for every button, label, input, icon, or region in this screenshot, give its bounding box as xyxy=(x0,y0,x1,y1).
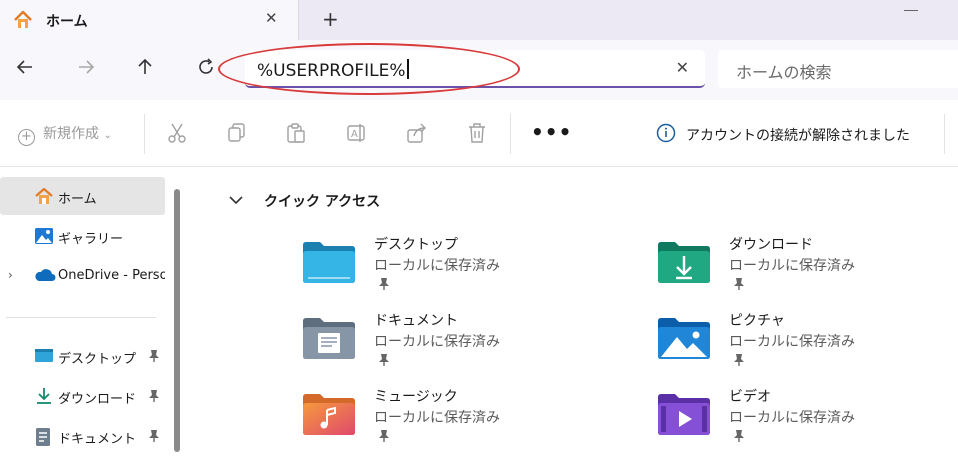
clear-address-icon[interactable]: ✕ xyxy=(676,58,689,77)
pin-icon[interactable] xyxy=(148,428,160,447)
divider xyxy=(944,114,945,154)
item-name: ビデオ xyxy=(729,389,771,405)
gallery-icon xyxy=(34,227,54,249)
info-icon xyxy=(656,123,676,147)
divider xyxy=(6,317,156,318)
download-icon xyxy=(34,387,54,409)
refresh-icon[interactable] xyxy=(196,57,216,82)
sidebar-item-onedrive[interactable]: › OneDrive - Perso xyxy=(0,257,165,295)
up-arrow-icon[interactable] xyxy=(135,57,155,82)
pin-icon[interactable] xyxy=(733,428,745,447)
pictures-folder-icon xyxy=(657,316,711,364)
close-tab-icon[interactable]: ✕ xyxy=(265,9,278,27)
item-status: ローカルに保存済み xyxy=(729,258,855,274)
navigation-pane: ホーム ギャラリー › OneDrive - Perso デスクトップ ダウンロ… xyxy=(0,167,185,452)
desktop-folder-icon xyxy=(34,347,54,369)
back-arrow-icon[interactable] xyxy=(15,57,35,82)
chevron-right-icon[interactable]: › xyxy=(8,268,13,282)
desktop-folder-icon xyxy=(302,240,356,288)
documents-folder-icon xyxy=(302,316,356,364)
item-status: ローカルに保存済み xyxy=(374,410,500,426)
sidebar-scrollbar[interactable] xyxy=(174,189,180,452)
address-input[interactable]: %USERPROFILE% xyxy=(257,59,409,81)
item-name: デスクトップ xyxy=(374,237,458,253)
pin-icon[interactable] xyxy=(148,348,160,367)
pin-icon[interactable] xyxy=(733,352,745,371)
sidebar-item-documents[interactable]: ドキュメント xyxy=(0,417,165,455)
quick-access-item-pictures[interactable]: ピクチャ ローカルに保存済み xyxy=(657,310,958,380)
pin-icon[interactable] xyxy=(378,428,390,447)
sidebar-item-gallery[interactable]: ギャラリー xyxy=(0,217,165,255)
new-button[interactable]: + 新規作成 ⌄ xyxy=(18,123,112,146)
document-icon xyxy=(34,427,52,451)
account-status-text[interactable]: アカウントの接続が解除されました xyxy=(686,125,910,145)
quick-access-item-videos[interactable]: ビデオ ローカルに保存済み xyxy=(657,386,958,456)
quick-access-heading[interactable]: クイック アクセス xyxy=(264,191,380,211)
address-row: %USERPROFILE% ✕ ホームの検索 xyxy=(0,40,958,100)
item-status: ローカルに保存済み xyxy=(729,410,855,426)
downloads-folder-icon xyxy=(657,240,711,288)
paste-icon[interactable] xyxy=(286,122,306,148)
item-name: ダウンロード xyxy=(729,237,813,253)
pin-icon[interactable] xyxy=(148,388,160,407)
sidebar-item-label: ギャラリー xyxy=(58,232,124,247)
sidebar-item-home[interactable]: ホーム xyxy=(0,177,165,215)
new-tab-icon[interactable]: + xyxy=(322,7,339,31)
item-status: ローカルに保存済み xyxy=(374,334,500,350)
chevron-down-icon: ⌄ xyxy=(103,130,112,141)
onedrive-icon xyxy=(34,267,56,287)
chevron-down-icon[interactable] xyxy=(228,191,244,210)
search-box[interactable]: ホームの検索 xyxy=(718,50,958,88)
search-input[interactable]: ホームの検索 xyxy=(736,59,832,83)
share-icon[interactable] xyxy=(406,122,428,148)
pin-icon[interactable] xyxy=(733,276,745,295)
item-status: ローカルに保存済み xyxy=(729,334,855,350)
copy-icon[interactable] xyxy=(227,122,247,148)
quick-access-item-desktop[interactable]: デスクトップ ローカルに保存済み xyxy=(302,234,622,304)
tab-title: ホーム xyxy=(46,14,88,30)
sidebar-item-downloads[interactable]: ダウンロード xyxy=(0,377,165,415)
quick-access-item-downloads[interactable]: ダウンロード ローカルに保存済み xyxy=(657,234,958,304)
minimize-icon[interactable] xyxy=(904,0,918,11)
item-name: ピクチャ xyxy=(729,313,785,329)
home-icon xyxy=(12,9,34,35)
cut-icon[interactable] xyxy=(167,122,187,148)
videos-folder-icon xyxy=(657,392,711,440)
forward-arrow-icon[interactable] xyxy=(76,57,96,82)
sidebar-item-label: ホーム xyxy=(58,192,97,207)
music-folder-icon xyxy=(302,392,356,440)
rename-icon[interactable]: A xyxy=(346,122,368,148)
tab-home[interactable]: ホーム ✕ xyxy=(0,0,299,40)
tab-strip: ホーム ✕ + xyxy=(0,0,958,40)
item-name: ミュージック xyxy=(374,389,458,405)
quick-access-item-music[interactable]: ミュージック ローカルに保存済み xyxy=(302,386,622,456)
item-status: ローカルに保存済み xyxy=(374,258,500,274)
main-content: クイック アクセス デスクトップ ローカルに保存済み ダウンロード ローカルに保… xyxy=(186,167,958,452)
command-bar: + 新規作成 ⌄ A ••• アカウントの接続が解除されました xyxy=(0,100,958,167)
divider xyxy=(510,114,511,154)
plus-icon: + xyxy=(18,129,35,146)
svg-text:A: A xyxy=(351,129,358,140)
divider xyxy=(144,114,145,154)
sidebar-item-desktop[interactable]: デスクトップ xyxy=(0,337,165,375)
home-icon xyxy=(34,187,54,209)
item-name: ドキュメント xyxy=(374,313,458,329)
address-bar[interactable]: %USERPROFILE% ✕ xyxy=(245,50,705,88)
delete-icon[interactable] xyxy=(467,122,487,148)
pin-icon[interactable] xyxy=(378,276,390,295)
more-options-icon[interactable]: ••• xyxy=(531,120,572,144)
quick-access-item-documents[interactable]: ドキュメント ローカルに保存済み xyxy=(302,310,622,380)
pin-icon[interactable] xyxy=(378,352,390,371)
sidebar-item-label: OneDrive - Perso xyxy=(58,268,165,283)
